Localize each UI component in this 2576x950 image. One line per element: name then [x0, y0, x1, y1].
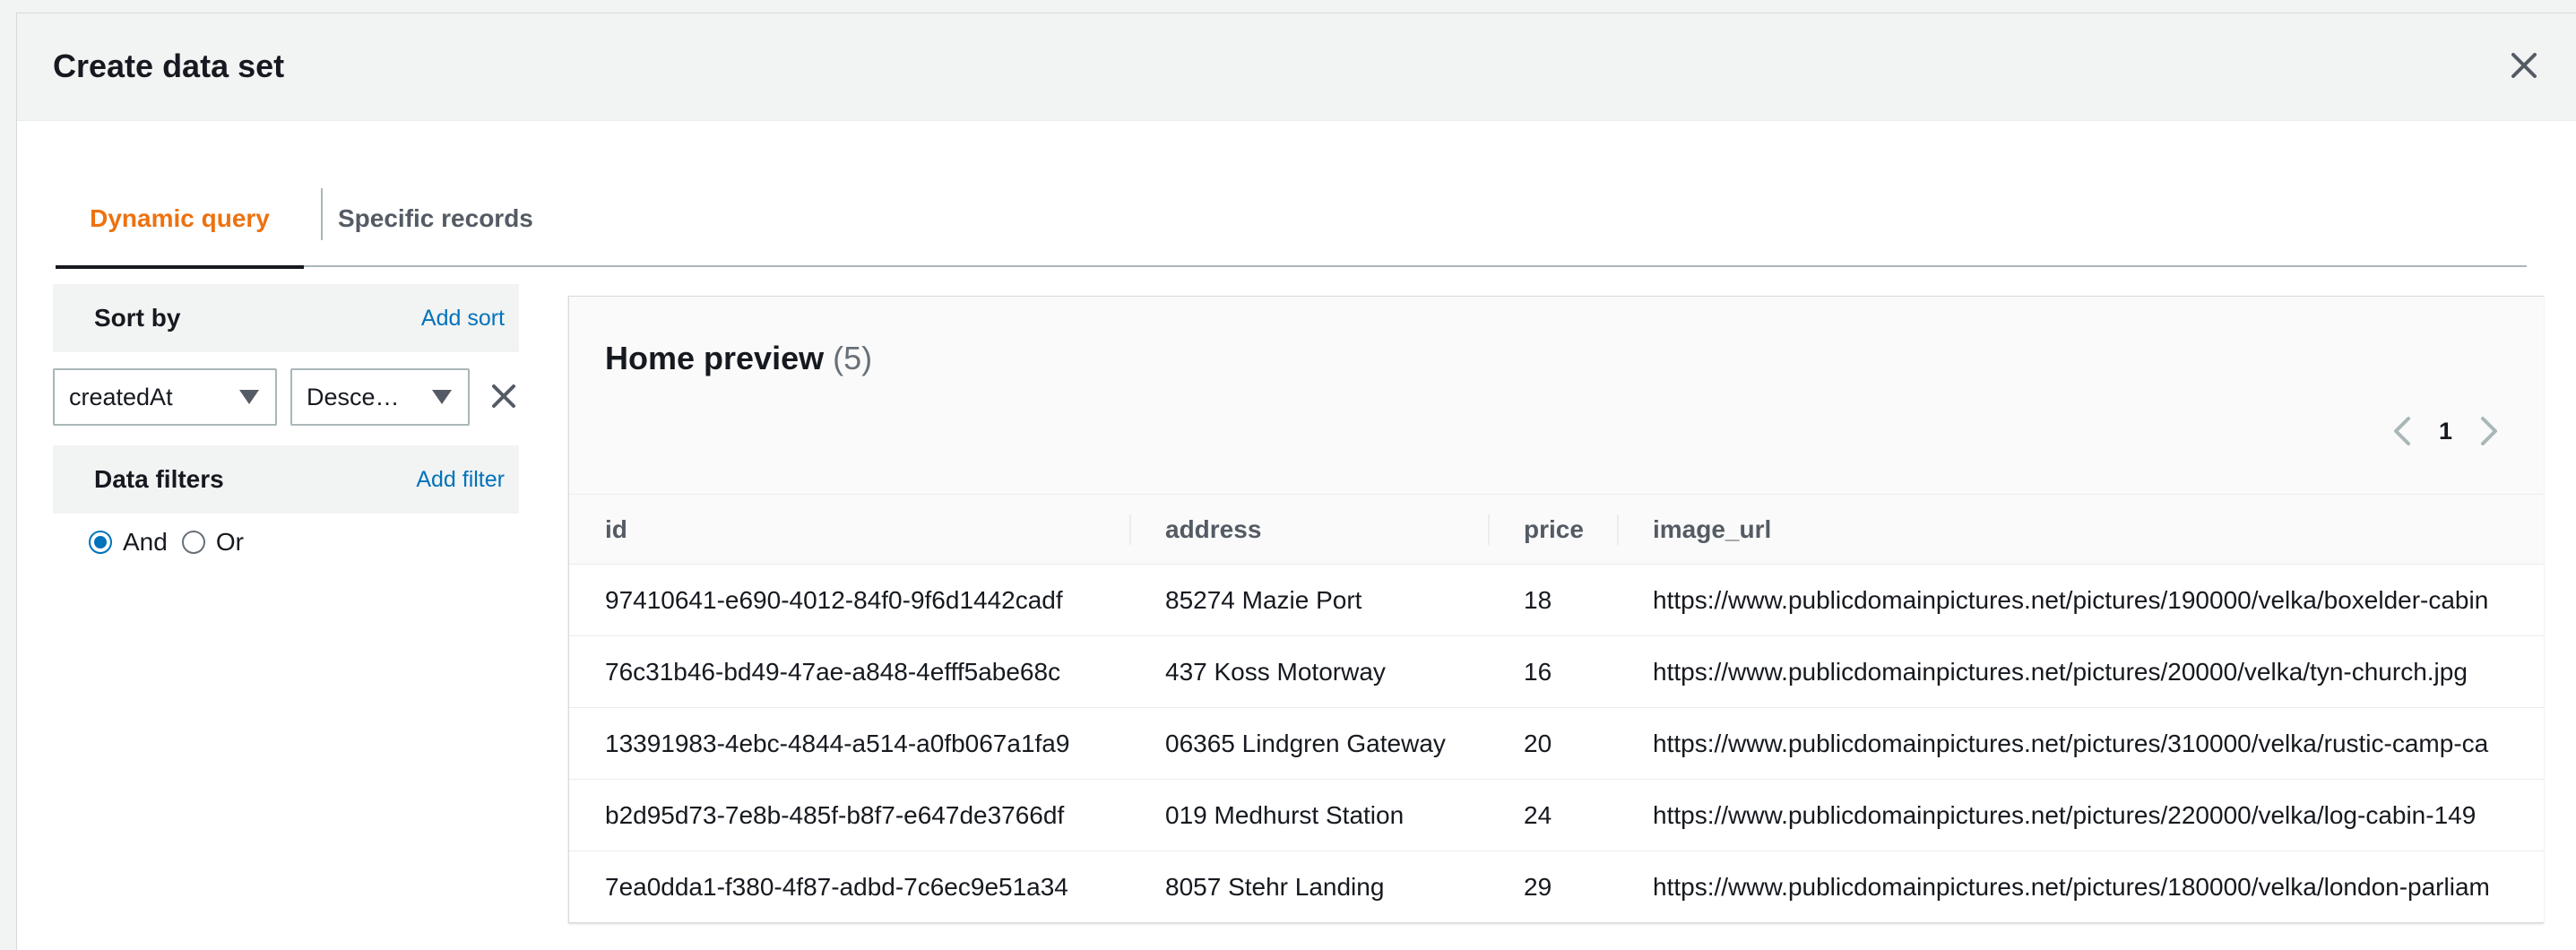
add-sort-link[interactable]: Add sort [421, 306, 505, 332]
preview-title-text: Home preview [605, 340, 825, 376]
cell-address: 8057 Stehr Landing [1129, 851, 1488, 922]
table-row: 7ea0dda1-f380-4f87-adbd-7c6ec9e51a34 805… [569, 851, 2544, 922]
sort-field-value: createdAt [69, 383, 173, 410]
cell-price: 18 [1488, 564, 1617, 636]
filter-logic-radio-group: And Or [89, 528, 258, 557]
sort-header: Sort by Add sort [53, 284, 519, 352]
radio-and-label: And [123, 528, 168, 556]
column-header-image-url[interactable]: image_url [1617, 494, 2544, 565]
radio-and[interactable] [89, 531, 112, 554]
query-options-panel: Sort by Add sort createdAt Desce… Data f… [53, 284, 519, 556]
cell-price: 29 [1488, 851, 1617, 922]
sort-direction-select[interactable]: Desce… [290, 368, 470, 426]
cell-id: 76c31b46-bd49-47ae-a848-4efff5abe68c [569, 635, 1129, 708]
modal-title: Create data set [53, 48, 285, 84]
column-header-address[interactable]: address [1129, 494, 1488, 565]
table-row: 97410641-e690-4012-84f0-9f6d1442cadf 852… [569, 564, 2544, 636]
cell-price: 24 [1488, 779, 1617, 851]
modal-header: Create data set [17, 13, 2576, 121]
sort-field-select[interactable]: createdAt [53, 368, 277, 426]
tab-dynamic-query[interactable]: Dynamic query [56, 170, 304, 269]
tab-specific-records[interactable]: Specific records [338, 170, 607, 267]
table-row: 76c31b46-bd49-47ae-a848-4efff5abe68c 437… [569, 635, 2544, 708]
column-header-id[interactable]: id [569, 494, 1129, 565]
table-row: 13391983-4ebc-4844-a514-a0fb067a1fa9 063… [569, 707, 2544, 780]
table-header-row: id address price image_url [569, 494, 2544, 565]
cell-id: 97410641-e690-4012-84f0-9f6d1442cadf [569, 564, 1129, 636]
cell-id: 7ea0dda1-f380-4f87-adbd-7c6ec9e51a34 [569, 851, 1129, 922]
cell-address: 06365 Lindgren Gateway [1129, 707, 1488, 780]
cell-price: 20 [1488, 707, 1617, 780]
filters-heading: Data filters [94, 465, 224, 493]
filters-header: Data filters Add filter [53, 445, 519, 514]
preview-table: id address price image_url 97410641-e690… [569, 494, 2544, 922]
table-row: b2d95d73-7e8b-485f-b8f7-e647de3766df 019… [569, 779, 2544, 851]
cell-image-url: https://www.publicdomainpictures.net/pic… [1617, 779, 2544, 851]
caret-down-icon [239, 390, 259, 404]
cell-price: 16 [1488, 635, 1617, 708]
preview-count: (5) [833, 340, 873, 376]
pagination: 1 [2389, 413, 2503, 449]
cell-address: 437 Koss Motorway [1129, 635, 1488, 708]
remove-sort-icon[interactable] [488, 381, 519, 411]
cell-address: 019 Medhurst Station [1129, 779, 1488, 851]
sort-direction-value: Desce… [307, 383, 400, 410]
current-page[interactable]: 1 [2439, 418, 2452, 445]
home-preview-panel: Home preview (5) 1 id address price imag… [568, 296, 2544, 923]
caret-down-icon [432, 390, 452, 404]
chevron-left-icon[interactable] [2389, 413, 2416, 449]
tab-divider [321, 188, 323, 240]
radio-or[interactable] [181, 531, 205, 554]
cell-id: b2d95d73-7e8b-485f-b8f7-e647de3766df [569, 779, 1129, 851]
sort-heading: Sort by [94, 304, 181, 332]
query-tabs: Dynamic query Specific records [56, 170, 2527, 269]
cell-image-url: https://www.publicdomainpictures.net/pic… [1617, 707, 2544, 780]
cell-address: 85274 Mazie Port [1129, 564, 1488, 636]
create-data-set-modal: Create data set Dynamic query Specific r… [16, 13, 2576, 950]
preview-title: Home preview (5) [605, 340, 872, 377]
close-icon[interactable] [2508, 49, 2540, 82]
cell-image-url: https://www.publicdomainpictures.net/pic… [1617, 851, 2544, 922]
column-header-price[interactable]: price [1488, 494, 1617, 565]
add-filter-link[interactable]: Add filter [416, 467, 505, 493]
cell-image-url: https://www.publicdomainpictures.net/pic… [1617, 635, 2544, 708]
radio-or-label: Or [215, 528, 244, 556]
cell-image-url: https://www.publicdomainpictures.net/pic… [1617, 564, 2544, 636]
cell-id: 13391983-4ebc-4844-a514-a0fb067a1fa9 [569, 707, 1129, 780]
preview-header: Home preview (5) 1 [569, 297, 2544, 494]
chevron-right-icon[interactable] [2476, 413, 2503, 449]
